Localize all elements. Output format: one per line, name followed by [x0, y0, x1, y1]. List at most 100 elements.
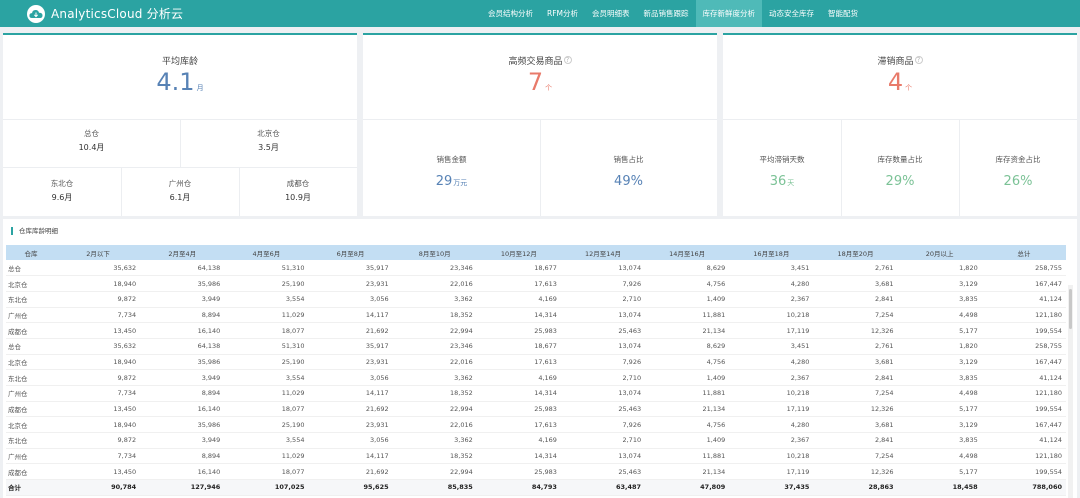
value-cell: 11,881 [645, 307, 730, 324]
value-cell: 3,129 [897, 416, 982, 434]
table-row[interactable]: 广州仓 7,734 8,894 11,029 14,117 18,352 14,314 13,… [6, 307, 1066, 324]
value-cell: 2,367 [729, 432, 814, 449]
column-header[interactable]: 12月至14月 [560, 245, 646, 260]
value-cell: 2,841 [813, 432, 898, 449]
table-row[interactable]: 北京仓 18,940 35,986 25,190 23,931 22,016 17,613 7… [6, 416, 1066, 434]
value-cell: 23,931 [308, 416, 393, 434]
table-row[interactable]: 东北仓 9,872 3,949 3,554 3,056 3,362 4,169 2,710 1,… [6, 291, 1066, 308]
metric-cell: 销售占比 49% [540, 154, 717, 189]
nav-item[interactable]: 动态安全库存 [762, 0, 821, 27]
value-cell: 3,949 [140, 291, 225, 308]
column-header[interactable]: 6月至8月 [308, 245, 393, 260]
help-icon[interactable]: ? [563, 56, 572, 64]
table-row[interactable]: 成都仓 13,450 16,140 18,077 21,692 22,994 25,983 2… [6, 401, 1066, 418]
metric-value: 36天 [769, 174, 795, 189]
value-cell: 25,463 [560, 401, 646, 418]
scrollbar-thumb[interactable] [1069, 289, 1072, 329]
value-cell: 3,835 [897, 369, 982, 386]
value-cell: 5,177 [897, 401, 982, 418]
panel-title: 仓库库龄明细 [11, 227, 58, 235]
nav-item[interactable]: 库存新鲜度分析 [695, 0, 762, 27]
warehouse-age-cell: 广州仓 6.1月 [121, 178, 239, 203]
total-label-cell: 合计 [6, 479, 56, 496]
value-cell: 14,314 [476, 385, 561, 402]
metric-label: 销售金额 [436, 155, 467, 164]
table-row[interactable]: 东北仓 9,872 3,949 3,554 3,056 3,362 4,169 2,710 1,… [6, 432, 1066, 449]
nav-item[interactable]: 新品销售跟踪 [637, 0, 696, 27]
value-cell: 11,029 [224, 448, 309, 465]
table-row[interactable]: 广州仓 7,734 8,894 11,029 14,117 18,352 14,314 13,… [6, 385, 1066, 402]
value-cell: 14,117 [308, 307, 393, 324]
metric-cell: 平均滞销天数 36天 [723, 154, 841, 189]
value-cell: 199,554 [981, 401, 1066, 418]
value-cell: 25,983 [476, 463, 561, 481]
column-header[interactable]: 16月至18月 [729, 245, 814, 260]
value-cell: 14,117 [308, 385, 393, 402]
top-bar: AnalyticsCloud 分析云 会员结构分析 RFM分析 会员明细表 新品销售跟… [0, 0, 1080, 27]
value-cell: 13,074 [560, 448, 646, 465]
warehouse-age-value: 6.1月 [169, 193, 191, 202]
value-cell: 21,134 [645, 322, 730, 339]
value-cell: 22,016 [392, 416, 477, 434]
brand[interactable]: AnalyticsCloud 分析云 [27, 4, 183, 23]
help-icon[interactable]: ? [914, 56, 923, 64]
vertical-scrollbar[interactable] [1068, 285, 1073, 498]
column-header[interactable]: 仓库 [6, 245, 56, 260]
value-cell: 2,367 [729, 369, 814, 386]
table-row[interactable]: 总仓 35,632 64,138 51,310 35,917 23,346 18,677 13… [6, 338, 1066, 355]
value-cell: 3,681 [813, 354, 898, 371]
value-cell: 3,056 [308, 432, 393, 449]
table-row[interactable]: 北京仓 18,940 35,986 25,190 23,931 22,016 17,613 7… [6, 275, 1066, 292]
column-header[interactable]: 10月至12月 [476, 245, 561, 260]
column-header[interactable]: 20月以上 [897, 245, 982, 260]
value-cell: 167,447 [981, 354, 1066, 371]
value-cell: 2,761 [813, 338, 898, 355]
value-cell: 167,447 [981, 275, 1066, 292]
metric-unit: 天 [787, 179, 795, 187]
value-cell: 3,056 [308, 369, 393, 386]
table-row[interactable]: 广州仓 7,734 8,894 11,029 14,117 18,352 14,314 13,… [6, 448, 1066, 465]
value-cell: 11,881 [645, 448, 730, 465]
metric-value: 26% [1003, 174, 1033, 189]
value-cell: 51,310 [224, 260, 309, 277]
value-cell: 4,280 [729, 416, 814, 434]
value-cell: 18,077 [224, 463, 309, 481]
value-cell: 17,119 [729, 463, 814, 481]
total-value-cell: 18,458 [897, 479, 982, 496]
column-header[interactable]: 2月至4月 [140, 245, 225, 260]
value-cell: 4,169 [476, 291, 561, 308]
nav-item[interactable]: 会员结构分析 [481, 0, 540, 27]
table-row[interactable]: 成都仓 13,450 16,140 18,077 21,692 22,994 25,983 2… [6, 463, 1066, 481]
value-cell: 51,310 [224, 338, 309, 355]
column-header[interactable]: 2月以下 [56, 245, 141, 260]
value-cell: 25,463 [560, 463, 646, 481]
warehouse-label: 成都仓 [286, 179, 310, 188]
warehouse-name-cell: 总仓 [6, 260, 56, 277]
value-cell: 18,940 [56, 354, 141, 371]
value-cell: 18,352 [392, 307, 477, 324]
table-scroll-area[interactable]: 仓库 2月以下 2月至4月 4月至6月 6月至8月 8月至10月 10月至12月 12月至14… [6, 245, 1073, 498]
nav-item[interactable]: RFM分析 [540, 0, 585, 27]
warehouse-label: 广州仓 [168, 179, 192, 188]
table-row[interactable]: 北京仓 18,940 35,986 25,190 23,931 22,016 17,613 7… [6, 354, 1066, 371]
value-cell: 25,190 [224, 275, 309, 292]
value-cell: 8,629 [645, 338, 730, 355]
nav-item[interactable]: 会员明细表 [585, 0, 637, 27]
column-header[interactable]: 8月至10月 [392, 245, 477, 260]
table-row[interactable]: 总仓 35,632 64,138 51,310 35,917 23,346 18,677 13… [6, 260, 1066, 277]
total-value-cell: 28,863 [813, 479, 898, 496]
warehouse-name-cell: 北京仓 [6, 416, 56, 434]
value-cell: 9,872 [56, 369, 141, 386]
value-cell: 23,931 [308, 275, 393, 292]
table-row[interactable]: 东北仓 9,872 3,949 3,554 3,056 3,362 4,169 2,710 1,… [6, 369, 1066, 386]
column-header[interactable]: 4月至6月 [224, 245, 309, 260]
column-header[interactable]: 总计 [981, 245, 1066, 260]
value-cell: 7,254 [813, 448, 898, 465]
nav-item[interactable]: 智能配货 [821, 0, 865, 27]
value-cell: 64,138 [140, 338, 225, 355]
column-header[interactable]: 14月至16月 [645, 245, 730, 260]
value-cell: 2,710 [560, 432, 646, 449]
column-header[interactable]: 18月至20月 [813, 245, 898, 260]
table-row[interactable]: 成都仓 13,450 16,140 18,077 21,692 22,994 25,983 2… [6, 322, 1066, 339]
value-cell: 17,613 [476, 275, 561, 292]
